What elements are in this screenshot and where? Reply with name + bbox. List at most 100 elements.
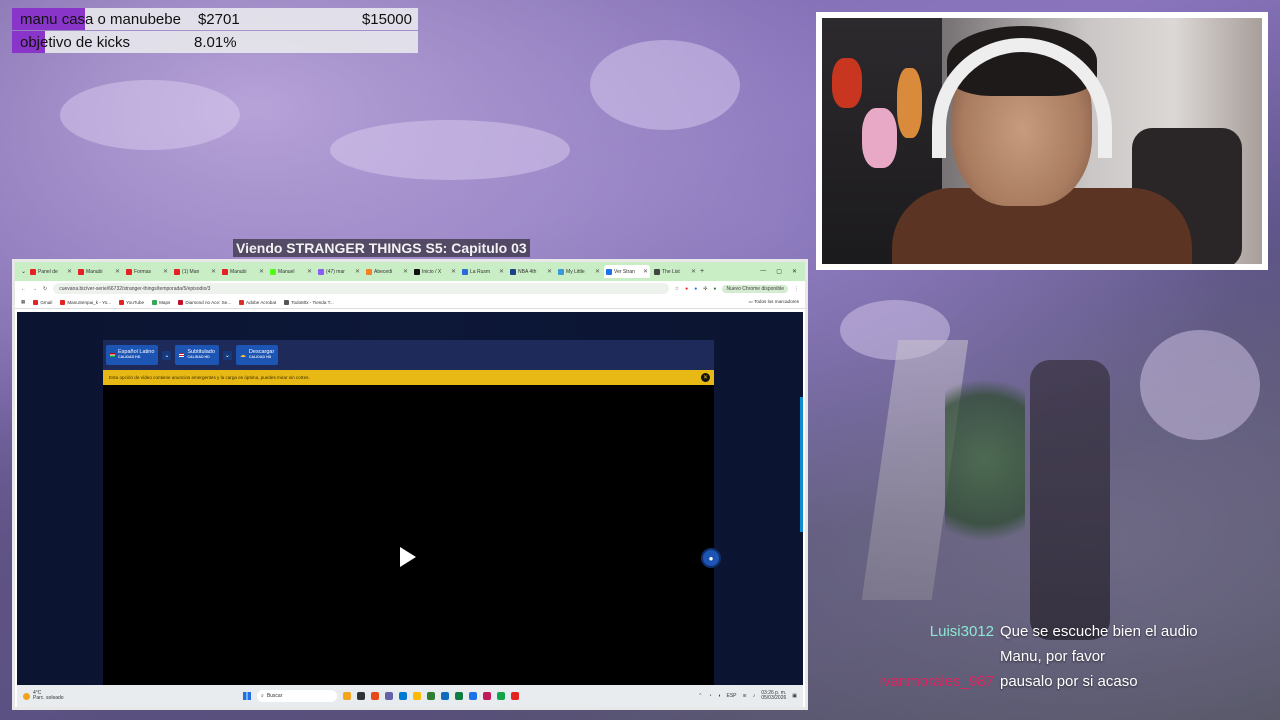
new-tab-button[interactable]: + — [700, 268, 704, 275]
maximize-icon[interactable]: ▢ — [776, 268, 782, 275]
taskbar-app-icon[interactable] — [399, 692, 407, 700]
taskbar-app-icon[interactable] — [455, 692, 463, 700]
browser-tab[interactable]: My Little ✕ — [556, 265, 602, 278]
speaker-icon[interactable]: ♪ — [753, 693, 756, 699]
weather-widget[interactable]: 4°C Parc. soleado — [23, 690, 173, 702]
server-quality: CALIDAD HD — [248, 355, 272, 359]
reload-icon[interactable]: ↻ — [43, 286, 47, 292]
taskbar-app-icon[interactable] — [357, 692, 365, 700]
goal-label: manu casa o manubebe — [20, 10, 181, 28]
weather-desc: Parc. soleado — [33, 695, 64, 701]
windows-start-icon[interactable] — [243, 692, 251, 700]
tab-label: Ver Stran — [614, 268, 635, 275]
browser-tab[interactable]: Manubi ✕ — [220, 265, 266, 278]
close-tab-icon[interactable]: ✕ — [547, 268, 552, 275]
video-player[interactable] — [103, 385, 714, 685]
language-indicator[interactable]: ESP — [727, 693, 737, 699]
star-icon[interactable]: ☆ — [675, 286, 679, 292]
browser-tab[interactable]: Manuel ✕ — [268, 265, 314, 278]
network-icon[interactable]: ◔ — [708, 693, 711, 699]
bookmark-item[interactable]: Maps — [152, 299, 170, 305]
chevron-down-icon[interactable]: ⌄ — [222, 350, 232, 360]
back-icon[interactable]: ← — [21, 286, 26, 292]
extension-icon[interactable]: ● — [694, 286, 697, 292]
play-icon[interactable] — [400, 547, 416, 567]
taskbar-app-icon[interactable] — [483, 692, 491, 700]
url-text: cuevana.biz/ver-serie/66732/stranger-thi… — [59, 285, 211, 292]
close-tab-icon[interactable]: ✕ — [67, 268, 72, 275]
taskbar-app-icon[interactable] — [427, 692, 435, 700]
browser-tab[interactable]: The List ✕ — [652, 265, 698, 278]
close-tab-icon[interactable]: ✕ — [499, 268, 504, 275]
bookmark-item[interactable]: Gmail — [33, 299, 52, 305]
scrollbar[interactable] — [800, 397, 803, 532]
all-bookmarks[interactable]: ▭ Todos los marcadores — [749, 299, 799, 305]
close-tab-icon[interactable]: ✕ — [115, 268, 120, 275]
close-tab-icon[interactable]: ✕ — [355, 268, 360, 275]
close-tab-icon[interactable]: ✕ — [451, 268, 456, 275]
chrome-update-badge[interactable]: Nuevo Chrome disponible — [722, 284, 788, 293]
close-tab-icon[interactable]: ✕ — [307, 268, 312, 275]
menu-icon[interactable]: ⋮ — [794, 286, 799, 292]
close-tab-icon[interactable]: ✕ — [403, 268, 408, 275]
browser-tab[interactable]: Formas ✕ — [124, 265, 170, 278]
taskbar-app-icon[interactable] — [441, 692, 449, 700]
taskbar-app-icon[interactable] — [469, 692, 477, 700]
taskbar-app-icon[interactable] — [385, 692, 393, 700]
taskbar-app-icon[interactable] — [497, 692, 505, 700]
apps-grid-icon[interactable]: ▦ — [21, 299, 25, 305]
taskbar-clock[interactable]: 03:26 p. m. 05/03/2026 — [761, 690, 786, 702]
url-field[interactable]: cuevana.biz/ver-serie/66732/stranger-thi… — [53, 283, 669, 294]
bookmark-favicon-icon — [239, 299, 245, 305]
close-tab-icon[interactable]: ✕ — [691, 268, 696, 275]
chevron-down-icon[interactable]: ⌄ — [162, 350, 172, 360]
favicon-icon — [654, 268, 661, 275]
wifi-icon[interactable]: ≋ — [743, 693, 747, 699]
close-tab-icon[interactable]: ✕ — [259, 268, 264, 275]
taskbar-app-icon[interactable] — [511, 692, 519, 700]
server-button-latino[interactable]: Español Latino CALIDAD HD — [106, 345, 159, 365]
volume-icon[interactable]: ◑ — [717, 693, 720, 699]
taskbar-app-icon[interactable] — [343, 692, 351, 700]
tab-label: Inicio / X — [422, 268, 442, 275]
browser-tab[interactable]: Panel de ✕ — [28, 265, 74, 278]
browser-tab[interactable]: Ver Stran ✕ — [604, 265, 651, 278]
puzzle-icon[interactable]: ✣ — [703, 286, 707, 292]
bookmark-item[interactable]: TodoMtx - Tienda T... — [284, 299, 334, 305]
bookmark-item[interactable]: Diamond no Ace: Se... — [178, 299, 231, 305]
chevron-up-icon[interactable]: ⌃ — [698, 693, 702, 699]
browser-tab[interactable]: Manubi ✕ — [76, 265, 122, 278]
close-tab-icon[interactable]: ✕ — [595, 268, 600, 275]
server-button-descargar[interactable]: ☁ Descargar CALIDAD HD — [235, 345, 279, 365]
extension-icon[interactable]: ● — [685, 286, 688, 292]
location-pin-icon[interactable]: ● — [701, 548, 721, 568]
tab-label: Manuel — [278, 268, 295, 275]
taskbar-app-icon[interactable] — [371, 692, 379, 700]
blossom-decoration — [590, 40, 740, 130]
browser-tab[interactable]: NBA 4th ✕ — [508, 265, 554, 278]
browser-tab[interactable]: (47) mar ✕ — [316, 265, 362, 278]
profile-icon[interactable]: ● — [713, 286, 716, 292]
close-icon[interactable]: ✕ — [701, 373, 710, 382]
forward-icon[interactable]: → — [32, 286, 37, 292]
close-tab-icon[interactable]: ✕ — [163, 268, 168, 275]
notification-icon[interactable]: ▣ — [792, 693, 797, 699]
minimize-icon[interactable]: — — [760, 268, 766, 275]
browser-tab[interactable]: La Rusm ✕ — [460, 265, 506, 278]
close-tab-icon[interactable]: ✕ — [211, 268, 216, 275]
browser-tab[interactable]: Inicio / X ✕ — [412, 265, 458, 278]
close-tab-icon[interactable]: ✕ — [643, 268, 648, 275]
tab-search-icon[interactable]: ⌄ — [21, 268, 26, 275]
browser-tab[interactable]: Abecedi ✕ — [364, 265, 410, 278]
bookmark-item[interactable]: ManuSenpai_k - Yo... — [60, 299, 111, 305]
bookmark-item[interactable]: YouTube — [119, 299, 144, 305]
favicon-icon — [462, 268, 469, 275]
bookmark-item[interactable]: Adobe Acrobat — [239, 299, 276, 305]
stream-title: Viendo STRANGER THINGS S5: Capitulo 03 — [233, 239, 530, 257]
close-icon[interactable]: ✕ — [792, 268, 797, 275]
taskbar-search[interactable]: ⌕ Buscar — [257, 690, 337, 702]
server-button-subtitulado[interactable]: Subtitulado CALIDAD HD — [175, 345, 219, 365]
sun-icon — [23, 692, 30, 700]
browser-tab[interactable]: (1) Man ✕ — [172, 265, 218, 278]
taskbar-app-icon[interactable] — [413, 692, 421, 700]
